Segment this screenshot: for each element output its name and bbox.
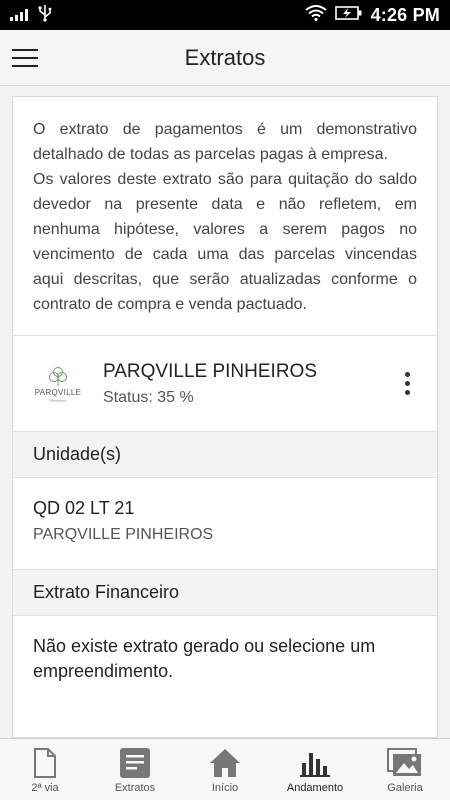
nav-item-galeria[interactable]: Galeria	[360, 739, 450, 800]
app-bar: Extratos	[0, 30, 450, 86]
hamburger-menu-icon[interactable]	[0, 30, 50, 86]
nav-item-andamento[interactable]: Andamento	[270, 739, 360, 800]
financial-empty-message: Não existe extrato gerado ou selecione u…	[33, 636, 376, 681]
unit-code: QD 02 LT 21	[33, 498, 135, 518]
document-icon	[34, 748, 56, 778]
nav-item-inicio[interactable]: Início	[180, 739, 270, 800]
unit-item[interactable]: QD 02 LT 21 PARQVILLE PINHEIROS	[13, 478, 437, 570]
list-document-icon	[120, 748, 150, 778]
more-vertical-icon[interactable]	[377, 354, 437, 414]
project-item[interactable]: PARQVILLE Pinheiros PARQVILLE PINHEIROS …	[13, 336, 437, 432]
nav-label: Galeria	[387, 782, 423, 794]
units-section-header: Unidade(s)	[13, 432, 437, 478]
nav-label: Início	[211, 782, 239, 794]
financial-section-header: Extrato Financeiro	[13, 570, 437, 616]
intro-paragraph-1: O extrato de pagamentos é um demonstrati…	[33, 121, 417, 163]
nav-item-2a-via[interactable]: 2ª via	[0, 739, 90, 800]
gallery-icon	[387, 748, 421, 776]
intro-paragraph-2: Os valores deste extrato são para quitaç…	[33, 171, 417, 313]
signal-icon	[10, 9, 28, 21]
logo-text: PARQVILLE	[34, 387, 82, 397]
main-content[interactable]: O extrato de pagamentos é um demonstrati…	[12, 96, 438, 738]
intro-text: O extrato de pagamentos é um demonstrati…	[13, 97, 437, 336]
nav-label: Extratos	[114, 782, 156, 794]
status-bar: 4:26 PM	[0, 0, 450, 30]
page-title: Extratos	[184, 44, 266, 70]
home-icon	[210, 749, 240, 777]
unit-project: PARQVILLE PINHEIROS	[33, 526, 214, 543]
nav-label: Andamento	[286, 782, 344, 794]
project-name: PARQVILLE PINHEIROS	[103, 360, 317, 382]
battery-charging-icon	[334, 5, 363, 26]
bottom-navigation: 2ª via Extratos Início Andamento Galeria	[0, 738, 450, 800]
usb-icon	[38, 4, 52, 27]
project-logo: PARQVILLE Pinheiros	[13, 336, 103, 432]
clock: 4:26 PM	[370, 4, 440, 25]
nav-item-extratos[interactable]: Extratos	[90, 739, 180, 800]
wifi-icon	[304, 4, 327, 26]
project-status: Status: 35 %	[103, 388, 194, 406]
logo-subtext: Pinheiros	[49, 397, 67, 403]
tree-logo-icon	[49, 366, 67, 386]
bar-chart-icon	[300, 753, 330, 777]
project-info: PARQVILLE PINHEIROS Status: 35 %	[103, 361, 377, 407]
nav-label: 2ª via	[31, 782, 59, 794]
